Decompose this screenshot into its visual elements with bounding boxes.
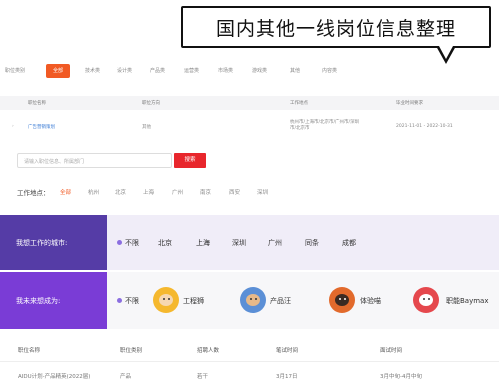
category-label: 职位类别: [5, 68, 26, 74]
selected-dot-icon: [117, 240, 122, 245]
location-option-beijing[interactable]: 北京: [115, 188, 126, 196]
callout-title: 国内其他一线岗位信息整理: [181, 6, 491, 48]
category-tabs: 职位类别 全部 技术类 设计类 产品类 运营类 市场类 游戏类 其他 内容类: [0, 64, 499, 80]
job-name-link[interactable]: 广告营销策划: [28, 124, 55, 130]
city-option-tongtiao[interactable]: 同条: [305, 238, 319, 248]
role-option-any[interactable]: 不限: [125, 296, 139, 306]
col-written-test: 笔试时间: [276, 348, 299, 354]
selected-dot-icon: [117, 298, 122, 303]
expand-icon[interactable]: ›: [12, 124, 14, 129]
location-option-guangzhou[interactable]: 广州: [172, 188, 183, 196]
job-location: 杭州市/上海市/北京市/广州市/深圳市/北京市: [290, 120, 360, 131]
tab-game[interactable]: 游戏类: [252, 64, 267, 78]
col-job-name: 职位名称: [18, 348, 41, 354]
table-divider: [0, 361, 499, 362]
location-option-shenzhen[interactable]: 深圳: [257, 188, 268, 196]
lion-avatar-icon[interactable]: [153, 287, 179, 313]
location-option-hangzhou[interactable]: 杭州: [88, 188, 99, 196]
tab-design[interactable]: 设计类: [117, 64, 132, 78]
search-input[interactable]: 请输入职位信息、所属部门: [17, 153, 172, 168]
col-interview: 面试时间: [380, 348, 403, 354]
robot-avatar-icon[interactable]: [413, 287, 439, 313]
job-table-header: 职位名称 职位方向 工作地点 毕业时间要求: [0, 96, 499, 110]
city-option-beijing[interactable]: 北京: [158, 238, 172, 248]
job-direction: 其他: [142, 125, 151, 130]
work-location-label: 工作地点：: [17, 189, 50, 197]
job-graduation: 2021-11-01 - 2022-10-31: [396, 124, 453, 129]
tab-tech[interactable]: 技术类: [85, 64, 100, 78]
tab-content[interactable]: 内容类: [322, 64, 337, 78]
col-direction: 职位方向: [142, 101, 160, 106]
cat-avatar-icon[interactable]: [329, 287, 355, 313]
location-option-nanjing[interactable]: 南京: [200, 188, 211, 196]
job-interview: 3月中旬-4月中旬: [380, 374, 422, 380]
city-option-chengdu[interactable]: 成都: [342, 238, 356, 248]
job-category: 产品: [120, 374, 132, 380]
col-headcount: 招聘人数: [197, 348, 220, 354]
tab-all[interactable]: 全部: [46, 64, 71, 78]
job-written-test: 3月17日: [276, 374, 298, 380]
role-option-engineer[interactable]: 工程狮: [183, 296, 204, 306]
location-option-all[interactable]: 全部: [60, 188, 71, 196]
role-filter-label: 我未来想成为:: [16, 297, 61, 305]
tab-operations[interactable]: 运营类: [184, 64, 199, 78]
role-option-baymax[interactable]: 职能Baymax: [446, 296, 489, 306]
location-option-xian[interactable]: 西安: [229, 188, 240, 196]
col-location: 工作地点: [290, 101, 308, 106]
role-option-ux[interactable]: 体验喵: [360, 296, 381, 306]
location-option-shanghai[interactable]: 上海: [143, 188, 154, 196]
city-option-any[interactable]: 不限: [125, 238, 139, 248]
search-button[interactable]: 搜索: [174, 153, 206, 168]
tab-marketing[interactable]: 市场类: [218, 64, 233, 78]
job-name[interactable]: AIDU计划-产品精英(2022届): [18, 372, 90, 380]
col-name: 职位名称: [28, 101, 46, 106]
col-job-category: 职位类别: [120, 348, 143, 354]
city-option-shenzhen[interactable]: 深圳: [232, 238, 246, 248]
dog-avatar-icon[interactable]: [240, 287, 266, 313]
city-option-guangzhou[interactable]: 广州: [268, 238, 282, 248]
tab-other[interactable]: 其他: [290, 64, 300, 78]
col-graduation: 毕业时间要求: [396, 101, 423, 106]
city-option-shanghai[interactable]: 上海: [196, 238, 210, 248]
job-headcount: 若干: [197, 374, 209, 380]
role-option-product[interactable]: 产品汪: [270, 296, 291, 306]
tab-product[interactable]: 产品类: [150, 64, 165, 78]
city-filter-label: 我想工作的城市:: [16, 239, 68, 247]
